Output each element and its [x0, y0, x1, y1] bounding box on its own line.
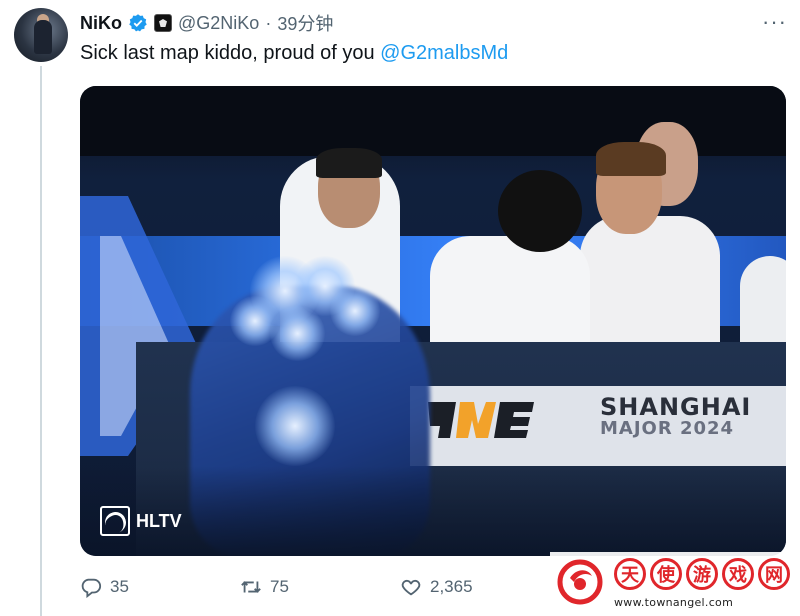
reply-button[interactable]: 35: [80, 576, 129, 598]
wm-char: 网: [758, 558, 790, 590]
retweet-icon: [241, 581, 261, 593]
author-name[interactable]: NiKo: [80, 13, 122, 34]
pwe-logo-icon: [428, 402, 534, 438]
wm-char: 游: [686, 558, 718, 590]
author-handle[interactable]: @G2NiKo: [178, 13, 259, 34]
retweet-button[interactable]: 75: [240, 576, 289, 598]
wm-char: 戏: [722, 558, 754, 590]
avatar[interactable]: [14, 8, 68, 62]
angel-logo-icon: [557, 559, 603, 605]
verified-badge-icon: [129, 14, 147, 32]
reply-count: 35: [110, 577, 129, 596]
event-banner: SHANGHAI MAJOR 2024: [600, 393, 752, 440]
hltv-label: HLTV: [136, 510, 182, 531]
wm-char: 使: [650, 558, 682, 590]
hltv-watermark: HLTV: [100, 506, 182, 536]
like-count: 2,365: [430, 577, 473, 596]
reply-icon: [81, 578, 102, 598]
hltv-logo-icon: [100, 506, 130, 536]
tweet-header: NiKo @G2NiKo · 39分钟: [80, 10, 333, 36]
mention-link[interactable]: @G2malbsMd: [380, 42, 508, 64]
like-button[interactable]: 2,365: [400, 576, 473, 598]
tweet-body: Sick last map kiddo, proud of you: [80, 42, 381, 64]
wm-char: 天: [614, 558, 646, 590]
site-watermark-url: www.townangel.com: [614, 596, 734, 609]
g2-affiliate-icon[interactable]: [154, 14, 172, 32]
retweet-count: 75: [270, 577, 289, 596]
tweet-photo[interactable]: SHANGHAI MAJOR 2024 HLTV: [80, 86, 786, 556]
tweet-actions: 35 75 2,365: [80, 566, 560, 610]
event-banner-line2: MAJOR 2024: [600, 418, 735, 439]
separator-dot: ·: [265, 12, 272, 33]
thread-line: [40, 66, 42, 616]
more-options-icon[interactable]: ···: [762, 11, 787, 33]
site-watermark-title: 天 使 游 戏 网: [614, 558, 790, 590]
event-banner-line1: SHANGHAI: [600, 393, 752, 421]
like-icon: [401, 579, 421, 596]
tweet-text: Sick last map kiddo, proud of you @G2mal…: [80, 42, 508, 65]
timestamp[interactable]: 39分钟: [277, 10, 333, 36]
